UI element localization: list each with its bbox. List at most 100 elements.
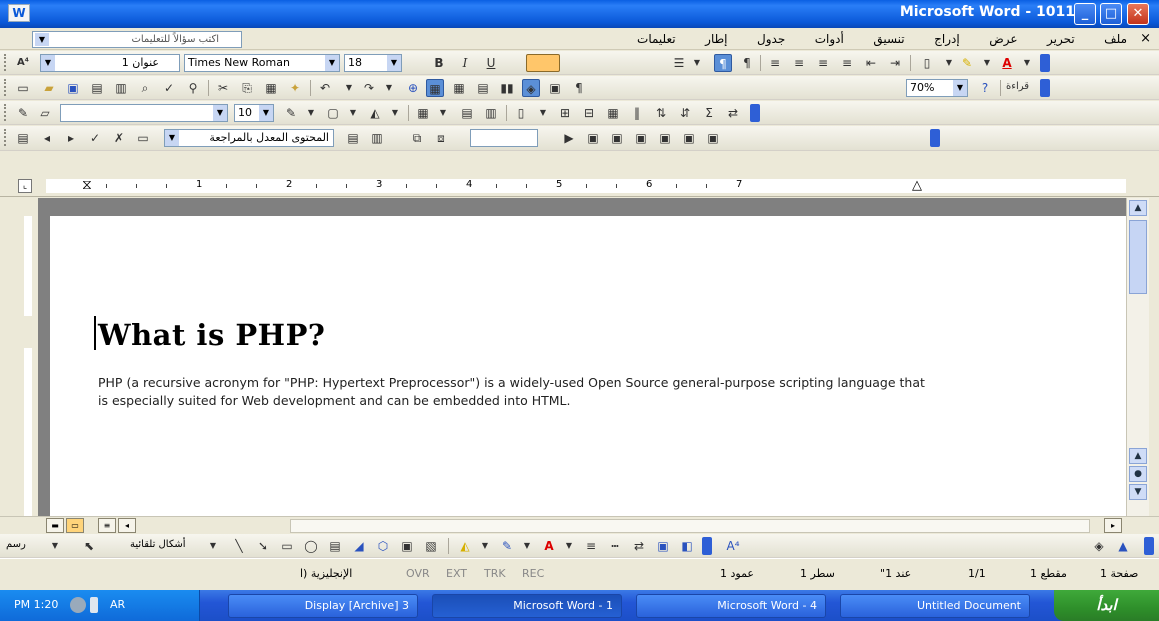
scroll-up-icon[interactable]: ▲ — [1129, 200, 1147, 216]
shadow-style-icon[interactable]: ▣ — [654, 537, 672, 555]
styles-pane-icon[interactable]: A⁴ — [14, 54, 32, 72]
start-button[interactable]: ابدأ — [1054, 590, 1159, 621]
document-page[interactable]: What is PHP? PHP (a recursive acronym fo… — [50, 216, 1126, 516]
chevron-down-icon[interactable]: ▼ — [46, 537, 64, 555]
chevron-down-icon[interactable]: ▼ — [978, 54, 996, 72]
hyperlink-icon[interactable]: ⊕ — [404, 79, 422, 97]
fill-color-icon[interactable]: ◭ — [456, 537, 474, 555]
frame-icon[interactable]: ▣ — [680, 129, 698, 147]
horizontal-ruler[interactable]: ⌞ ⧖ 1 2 3 4 5 6 7 △ — [0, 175, 1159, 197]
close-button[interactable]: ✕ — [1127, 3, 1149, 25]
status-trk[interactable]: TRK — [484, 567, 506, 580]
clipart-icon[interactable]: ▣ — [398, 537, 416, 555]
chevron-down-icon[interactable]: ▼ — [940, 54, 958, 72]
menu-file[interactable]: ملف — [1104, 32, 1127, 46]
read-button[interactable]: قراءة — [1006, 81, 1029, 92]
insert-table-icon[interactable]: ▦ — [450, 79, 468, 97]
tab-selector-icon[interactable]: ⌞ — [18, 179, 32, 193]
scroll-thumb[interactable] — [1129, 220, 1147, 294]
language-indicator[interactable]: AR — [110, 598, 125, 611]
frame-icon[interactable]: ▣ — [608, 129, 626, 147]
arrow-style-icon[interactable]: ⇄ — [630, 537, 648, 555]
line-color-icon[interactable]: ✎ — [498, 537, 516, 555]
chevron-down-icon[interactable]: ▼ — [340, 79, 358, 97]
research-icon[interactable]: ⚲ — [184, 79, 202, 97]
align-left-icon[interactable]: ≡ — [814, 54, 832, 72]
autosum-icon[interactable]: Σ — [700, 104, 718, 122]
font-color-icon[interactable]: A — [540, 537, 558, 555]
print-preview-icon[interactable]: ⌕ — [136, 79, 154, 97]
undo-icon[interactable]: ↶ — [316, 79, 334, 97]
reject-change-icon[interactable]: ✗ — [110, 129, 128, 147]
draw-table-icon[interactable]: ✎ — [14, 104, 32, 122]
italic-button[interactable]: I — [456, 54, 474, 72]
insert-table-icon[interactable]: ▦ — [414, 104, 432, 122]
insert-excel-icon[interactable]: ▤ — [474, 79, 492, 97]
highlight-color-icon[interactable]: ✎ — [958, 54, 976, 72]
table-autoformat-icon[interactable]: ▦ — [604, 104, 622, 122]
picture-icon[interactable]: ▧ — [422, 537, 440, 555]
line-weight-select[interactable]: 10 ▼ — [234, 104, 274, 122]
arrow-icon[interactable]: ➘ — [254, 537, 272, 555]
chevron-down-icon[interactable]: ▼ — [213, 105, 227, 121]
toolbar-options-icon[interactable] — [1040, 54, 1050, 72]
draw-menu[interactable]: رسم — [6, 539, 26, 550]
merge-icon[interactable]: ⧈ — [432, 129, 450, 147]
shading-icon[interactable]: ◭ — [366, 104, 384, 122]
chevron-down-icon[interactable]: ▼ — [386, 104, 404, 122]
ruler-track[interactable]: ⧖ 1 2 3 4 5 6 7 △ — [46, 178, 1126, 193]
select-objects-icon[interactable]: ⬉ — [80, 537, 98, 555]
decrease-indent-icon[interactable]: ⇤ — [862, 54, 880, 72]
previous-icon[interactable]: ◂ — [38, 129, 56, 147]
borders-icon[interactable]: ▯ — [918, 54, 936, 72]
merge-cells-icon[interactable]: ▤ — [458, 104, 476, 122]
track-changes-icon[interactable]: ▤ — [14, 129, 32, 147]
3d-style-icon[interactable]: ◧ — [678, 537, 696, 555]
diagram-icon[interactable]: ⬡ — [374, 537, 392, 555]
vertical-ruler[interactable] — [18, 198, 38, 516]
shapes-icon[interactable]: ▲ — [1114, 537, 1132, 555]
eraser-icon[interactable]: ▱ — [36, 104, 54, 122]
table-rtl-icon[interactable]: ⇄ — [724, 104, 742, 122]
vertical-scrollbar[interactable]: ▲ ▲ ● ▼ — [1126, 198, 1149, 516]
menu-format[interactable]: تنسيق — [873, 32, 904, 46]
show-icon[interactable]: ▤ — [344, 129, 362, 147]
redo-icon[interactable]: ↷ — [360, 79, 378, 97]
menu-help[interactable]: تعليمات — [637, 32, 676, 46]
menu-view[interactable]: عرض — [989, 32, 1017, 46]
toolbar-grip[interactable] — [4, 129, 7, 146]
chevron-down-icon[interactable]: ▼ — [387, 55, 401, 71]
frame-icon[interactable]: ▣ — [656, 129, 674, 147]
split-cells-icon[interactable]: ▥ — [482, 104, 500, 122]
help-icon[interactable]: ? — [976, 79, 994, 97]
scroll-down-icon[interactable]: ▼ — [1129, 484, 1147, 500]
line-style-select[interactable]: ▼ — [60, 104, 228, 122]
menu-insert[interactable]: إدراج — [934, 32, 960, 46]
zoom-select[interactable]: 70% ▼ — [906, 79, 968, 97]
text-direction-icon[interactable]: ‖ — [628, 104, 646, 122]
print-icon[interactable]: ▥ — [112, 79, 130, 97]
align-right-icon[interactable]: ≡ — [766, 54, 784, 72]
toolbar-options-icon[interactable] — [702, 537, 712, 555]
bold-button[interactable]: B — [430, 54, 448, 72]
toolbar-grip[interactable] — [4, 104, 7, 121]
menu-edit[interactable]: تحرير — [1047, 32, 1075, 46]
horizontal-scroll-thumb[interactable] — [290, 519, 1090, 533]
dash-style-icon[interactable]: ┅ — [606, 537, 624, 555]
scroll-up-icon[interactable]: ▲ — [1129, 448, 1147, 464]
font-color-icon[interactable]: A — [998, 54, 1016, 72]
permission-icon[interactable]: ▤ — [88, 79, 106, 97]
network-icon[interactable] — [70, 597, 86, 613]
wordart-icon[interactable]: ◢ — [350, 537, 368, 555]
maximize-button[interactable]: □ — [1100, 3, 1122, 25]
toolbar-grip[interactable] — [4, 79, 7, 96]
oval-icon[interactable]: ◯ — [302, 537, 320, 555]
scroll-right-icon[interactable]: ▸ — [1104, 518, 1122, 533]
status-ovr[interactable]: OVR — [406, 567, 430, 580]
compare-icon[interactable]: ⧉ — [408, 129, 426, 147]
word-app-icon[interactable]: W — [8, 4, 30, 22]
border-color-icon[interactable]: ✎ — [282, 104, 300, 122]
open-folder-icon[interactable]: ▰ — [40, 79, 58, 97]
accept-change-icon[interactable]: ✓ — [86, 129, 104, 147]
font-select[interactable]: Times New Roman ▼ — [184, 54, 340, 72]
